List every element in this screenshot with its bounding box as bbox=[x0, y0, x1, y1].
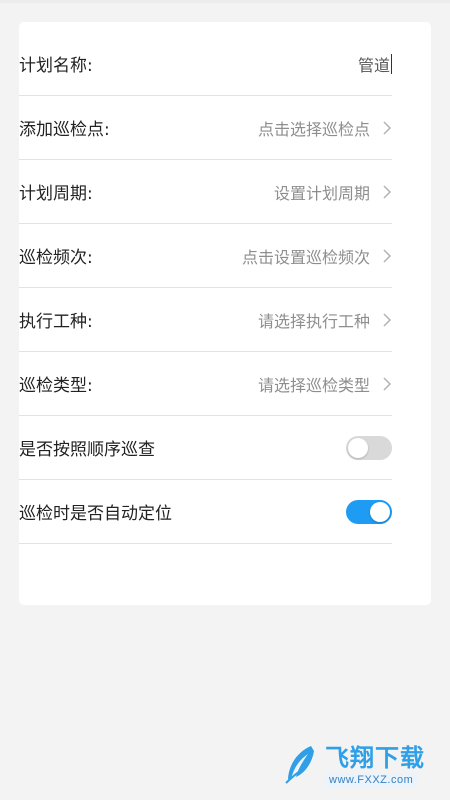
chevron-right-icon bbox=[383, 312, 392, 327]
top-divider bbox=[0, 0, 450, 3]
plan-period-label: 计划周期: bbox=[19, 184, 93, 204]
add-points-value[interactable]: 点击选择巡检点 bbox=[258, 116, 370, 140]
auto-locate-toggle[interactable] bbox=[346, 499, 392, 524]
chevron-right-icon bbox=[383, 120, 392, 135]
auto-locate-row: 巡检时是否自动定位 bbox=[19, 480, 392, 544]
work-type-label: 执行工种: bbox=[19, 312, 93, 332]
inspection-type-value[interactable]: 请选择巡检类型 bbox=[258, 372, 370, 396]
watermark-url: www.FXXZ.com bbox=[325, 773, 418, 787]
in-order-toggle[interactable] bbox=[346, 435, 392, 460]
toggle-knob bbox=[370, 501, 390, 522]
work-type-row[interactable]: 执行工种: 请选择执行工种 bbox=[19, 288, 392, 352]
auto-locate-label: 巡检时是否自动定位 bbox=[19, 504, 172, 524]
frequency-label: 巡检频次: bbox=[19, 248, 93, 268]
plan-name-label: 计划名称: bbox=[19, 56, 93, 76]
work-type-value[interactable]: 请选择执行工种 bbox=[258, 308, 370, 332]
feather-logo-icon bbox=[285, 746, 314, 784]
inspection-type-row[interactable]: 巡检类型: 请选择巡检类型 bbox=[19, 352, 392, 416]
toggle-knob bbox=[348, 437, 368, 458]
inspection-type-label: 巡检类型: bbox=[19, 376, 93, 396]
watermark: 飞翔下载 www.FXXZ.com bbox=[281, 739, 441, 793]
plan-period-value[interactable]: 设置计划周期 bbox=[274, 180, 370, 204]
plan-name-row[interactable]: 计划名称: 管道 bbox=[19, 32, 392, 96]
frequency-row[interactable]: 巡检频次: 点击设置巡检频次 bbox=[19, 224, 392, 288]
text-cursor bbox=[391, 53, 392, 74]
chevron-right-icon bbox=[383, 248, 392, 263]
plan-name-input[interactable]: 管道 bbox=[358, 52, 392, 76]
chevron-right-icon bbox=[383, 184, 392, 199]
plan-period-row[interactable]: 计划周期: 设置计划周期 bbox=[19, 160, 392, 224]
add-points-label: 添加巡检点: bbox=[19, 120, 110, 140]
add-points-row[interactable]: 添加巡检点: 点击选择巡检点 bbox=[19, 96, 392, 160]
frequency-value[interactable]: 点击设置巡检频次 bbox=[242, 244, 370, 268]
chevron-right-icon bbox=[383, 376, 392, 391]
plan-name-value[interactable]: 管道 bbox=[358, 52, 390, 76]
watermark-title: 飞翔下载 bbox=[325, 744, 425, 772]
in-order-label: 是否按照顺序巡查 bbox=[19, 440, 155, 460]
plan-form: 计划名称: 管道 添加巡检点: 点击选择巡检点 计划周期: 设置计划周期 巡检频… bbox=[19, 32, 392, 544]
in-order-row: 是否按照顺序巡查 bbox=[19, 416, 392, 480]
